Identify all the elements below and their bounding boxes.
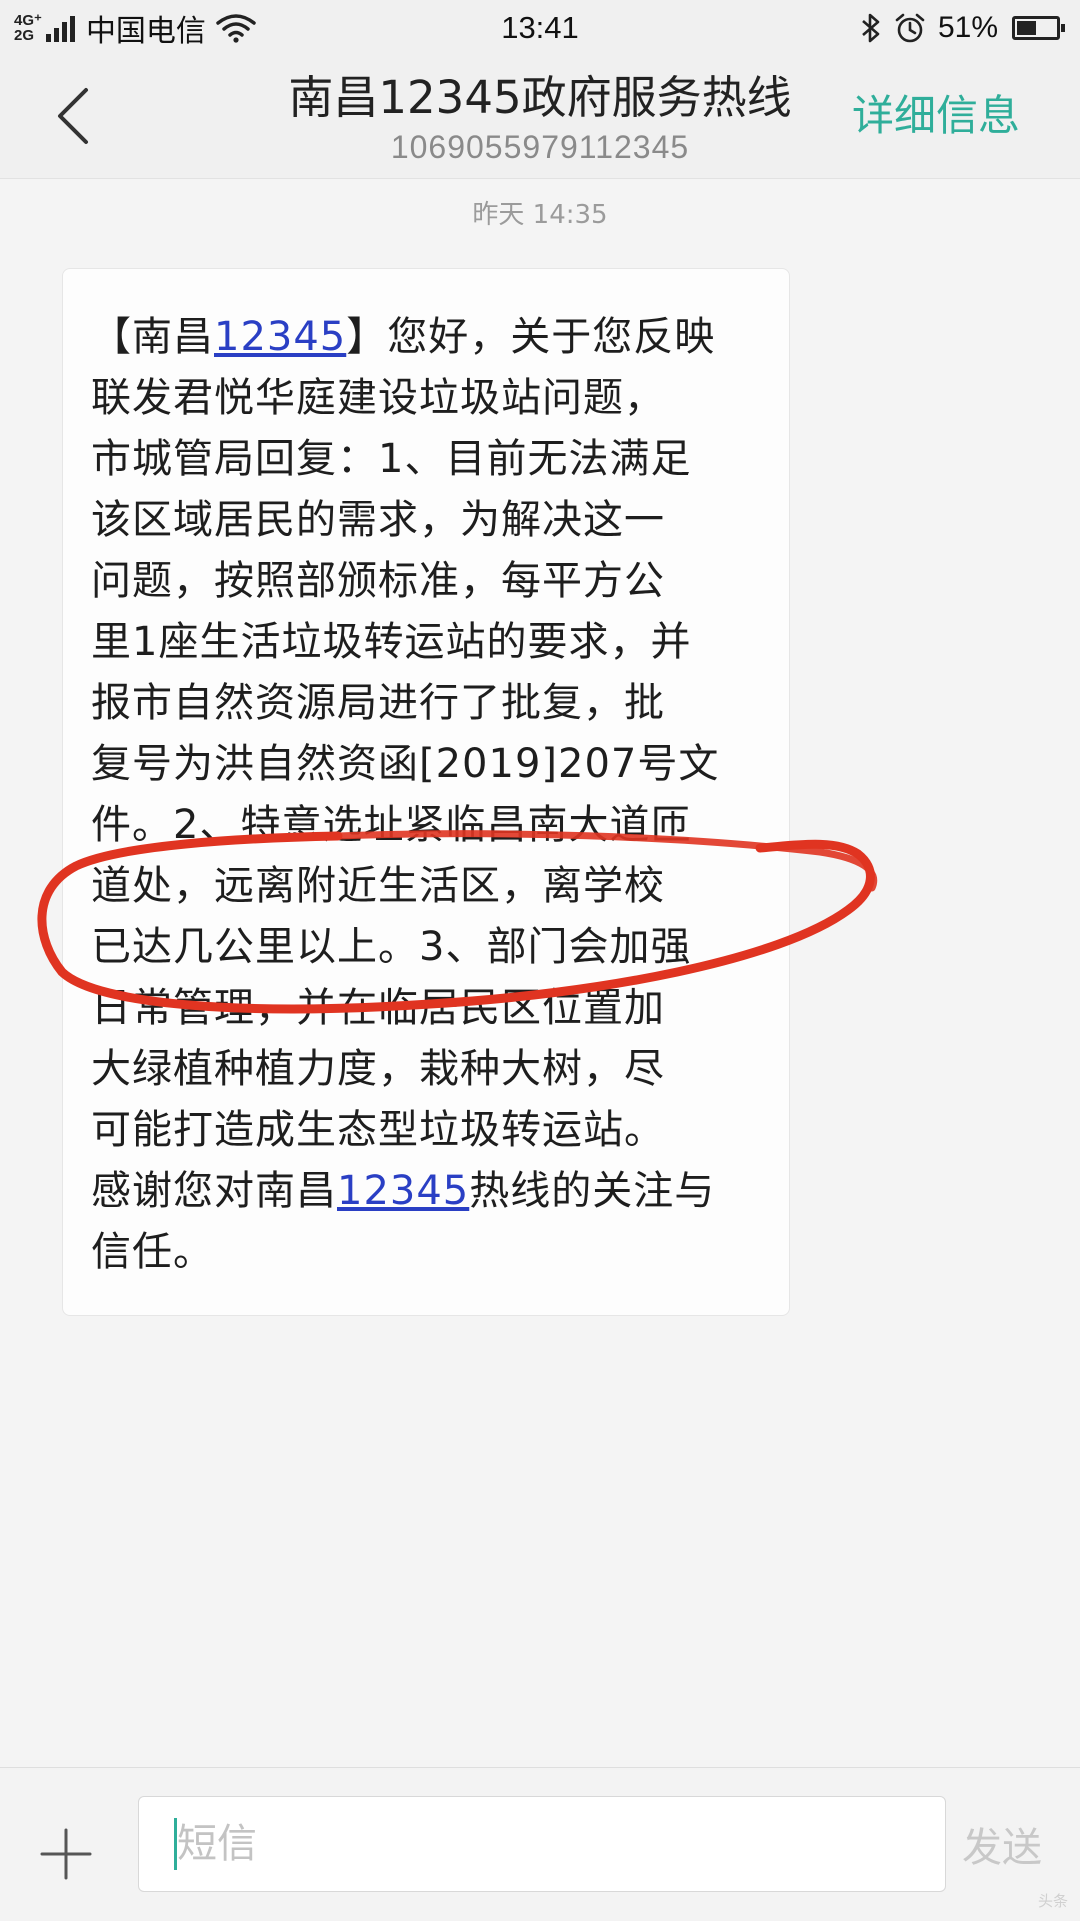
hotline-number-link[interactable]: 12345 [214,314,346,360]
carrier-name: 中国电信 [85,14,206,49]
status-right: 51% [860,8,1065,48]
attach-button[interactable] [34,1822,98,1886]
sender-number: 1069055979112345 [390,129,690,165]
message-line: 日常管理，并在临居民区位置加 [91,978,769,1039]
chevron-left-icon [58,88,88,144]
hotline-number-link[interactable]: 12345 [337,1168,469,1214]
send-button[interactable]: 发送 [950,1808,1054,1880]
message-text: 可能打造成生态型垃圾转运站。 [91,1107,665,1153]
message-line: 问题，按照部颁标准，每平方公 [91,551,769,612]
message-bubble[interactable]: 【南昌12345】您好，关于您反映 联发君悦华庭建设垃圾站问题， 市城管局回复：1、… [62,268,790,1316]
message-text: 复号为洪自然资函[2019]207号文 [91,741,720,787]
battery-level-fill [1017,21,1036,35]
message-line: 可能打造成生态型垃圾转运站。 [91,1100,769,1161]
message-line: 信任。 [91,1222,769,1283]
message-text: 道处，远离附近生活区，离学校 [91,863,665,909]
signal-icon [45,14,78,42]
conversation-title: 南昌12345政府服务热线 [288,71,792,124]
message-line: 件。2、特意选址紧临昌南大道匝 [91,795,769,856]
alarm-icon [895,13,925,43]
message-line: 市城管局回复：1、目前无法满足 [91,429,769,490]
network-type-bottom: 2G [14,27,35,44]
message-timestamp: 昨天 14:35 [472,200,608,230]
battery-percent: 51% [937,11,998,44]
message-line: 该区域居民的需求，为解决这一 [91,490,769,551]
composer-bar: 发送 头条 [0,1767,1080,1921]
message-text: 市城管局回复：1、目前无法满足 [91,436,692,482]
message-line: 已达几公里以上。3、部门会加强 [91,917,769,978]
details-button[interactable]: 详细信息 [852,88,1020,144]
message-text: 报市自然资源局进行了批复，批 [91,680,665,726]
plus-icon [40,1828,92,1880]
wifi-icon [216,14,256,43]
message-text: 联发君悦华庭建设垃圾站问题， [91,375,665,421]
network-type: 4G⁺ 2G [14,13,42,43]
message-text: 已达几公里以上。3、部门会加强 [91,924,692,970]
bluetooth-icon [862,13,880,43]
message-line: 大绿植种植力度，栽种大树，尽 [91,1039,769,1100]
message-text: 感谢您对南昌 [91,1168,337,1214]
message-text: 问题，按照部颁标准，每平方公 [91,558,665,604]
message-line: 报市自然资源局进行了批复，批 [91,673,769,734]
message-text: 日常管理，并在临居民区位置加 [91,985,665,1031]
message-line: 里1座生活垃圾转运站的要求，并 [91,612,769,673]
message-text: 大绿植种植力度，栽种大树，尽 [91,1046,665,1092]
message-text: 里1座生活垃圾转运站的要求，并 [91,619,692,665]
message-text: 该区域居民的需求，为解决这一 [91,497,665,543]
message-line: 感谢您对南昌12345热线的关注与 [91,1161,769,1222]
message-text: 热线的关注与 [469,1168,716,1214]
message-line: 道处，远离附近生活区，离学校 [91,856,769,917]
status-left: 4G⁺ 2G 中国电信 [14,8,256,49]
message-line: 联发君悦华庭建设垃圾站问题， [91,368,769,429]
conversation-header: 南昌12345政府服务热线 1069055979112345 详细信息 [0,56,1080,179]
message-line: 【南昌12345】您好，关于您反映 [91,307,769,368]
status-bar: 4G⁺ 2G 中国电信 13:41 51% [0,0,1080,56]
network-type-top: 4G⁺ [14,12,42,29]
message-text: 信任。 [91,1229,214,1275]
message-text: 】您好，关于您反映 [346,314,716,360]
back-button[interactable] [38,78,108,154]
message-line: 复号为洪自然资函[2019]207号文 [91,734,769,795]
message-text: 件。2、特意选址紧临昌南大道匝 [91,802,692,848]
message-text: 【南昌 [91,314,214,360]
sms-input[interactable] [138,1796,946,1892]
battery-icon [1012,16,1065,40]
input-caret [174,1818,177,1870]
watermark: 头条 [1037,1892,1068,1910]
